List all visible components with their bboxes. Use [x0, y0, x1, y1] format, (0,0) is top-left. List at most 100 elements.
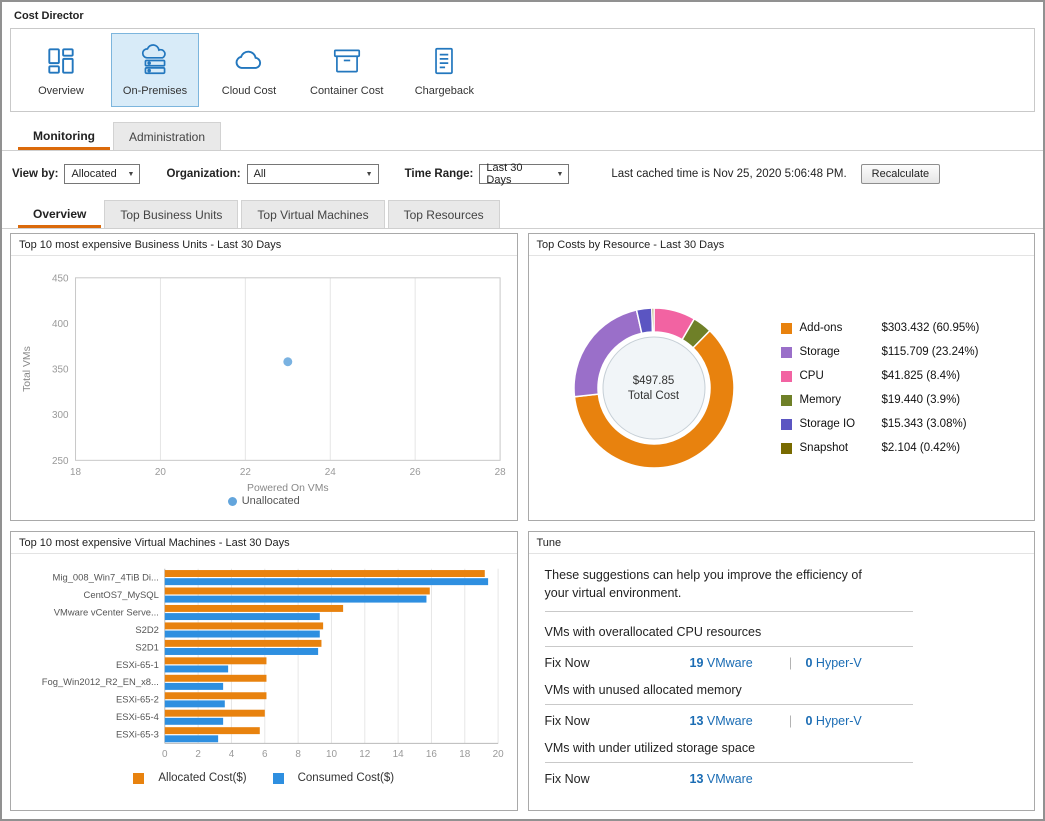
- bar-s2d2-consumed-cost[interactable]: [165, 631, 320, 638]
- scatter-chart-area: 182022242628250300350400450Powered On VM…: [11, 256, 517, 520]
- chevron-down-icon: ▼: [128, 171, 135, 178]
- organization-label: Organization:: [166, 168, 240, 180]
- nav-item-overview[interactable]: Overview: [17, 33, 105, 107]
- bar-fog-win2012-r2-en-x8-consumed-cost[interactable]: [165, 683, 223, 690]
- bar-esxi-65-3-allocated-cost[interactable]: [165, 727, 260, 734]
- tab-administration[interactable]: Administration: [113, 122, 221, 150]
- filter-bar: View by: Allocated ▼ Organization: All ▼…: [12, 164, 1033, 184]
- suggestion-row: Fix Now13 VMware: [545, 772, 1019, 786]
- donut-wrap: $497.85 Total Cost: [559, 293, 749, 483]
- svg-text:14: 14: [392, 749, 404, 760]
- bar-esxi-65-2-allocated-cost[interactable]: [165, 692, 267, 699]
- bar-esxi-65-4-allocated-cost[interactable]: [165, 710, 265, 717]
- legend-value: $303.432 (60.95%): [882, 322, 980, 334]
- svg-text:Fog_Win2012_R2_EN_x8...: Fog_Win2012_R2_EN_x8...: [41, 676, 158, 687]
- donut-chart: [559, 293, 749, 483]
- svg-text:400: 400: [52, 319, 69, 330]
- panel-costs-by-resource: Top Costs by Resource - Last 30 Days $49…: [528, 233, 1036, 521]
- fix-now-link[interactable]: Fix Now: [545, 772, 690, 786]
- tune-intro: These suggestions can help you improve t…: [545, 566, 890, 602]
- legend-item-memory: Memory$19.440 (3.9%): [781, 388, 1025, 412]
- panel-title: Top Costs by Resource - Last 30 Days: [529, 234, 1035, 256]
- panel-virtual-machines: Top 10 most expensive Virtual Machines -…: [10, 531, 518, 811]
- svg-text:Total VMs: Total VMs: [22, 346, 33, 392]
- legend-label: CPU: [800, 370, 882, 382]
- svg-text:8: 8: [295, 749, 301, 760]
- panel-tune: Tune These suggestions can help you impr…: [528, 531, 1036, 811]
- dashboard-grid: Top 10 most expensive Business Units - L…: [10, 233, 1035, 811]
- panel-business-units: Top 10 most expensive Business Units - L…: [10, 233, 518, 521]
- legend-marker: [228, 497, 237, 506]
- legend-swatch: [781, 443, 792, 454]
- scatter-point[interactable]: [283, 357, 292, 366]
- panel-title: Tune: [529, 532, 1035, 554]
- subtab-top-business-units[interactable]: Top Business Units: [104, 200, 238, 228]
- subtab-overview[interactable]: Overview: [18, 200, 101, 228]
- donut-chart-area: $497.85 Total Cost Add-ons$303.432 (60.9…: [529, 256, 1035, 520]
- chevron-down-icon: ▼: [366, 171, 373, 178]
- svg-text:300: 300: [52, 410, 69, 421]
- nav-item-label: Cloud Cost: [222, 85, 276, 97]
- legend-value: $2.104 (0.42%): [882, 442, 961, 454]
- legend-swatch: [781, 323, 792, 334]
- bar-esxi-65-4-consumed-cost[interactable]: [165, 718, 223, 725]
- bar-centos7-mysql-consumed-cost[interactable]: [165, 596, 427, 603]
- bar-vmware-vcenter-serve-allocated-cost[interactable]: [165, 605, 343, 612]
- sub-tabs: OverviewTop Business UnitsTop Virtual Ma…: [2, 200, 1043, 229]
- bar-s2d1-allocated-cost[interactable]: [165, 640, 322, 647]
- legend-label: Unallocated: [242, 495, 300, 507]
- svg-text:24: 24: [324, 467, 336, 478]
- bar-s2d2-allocated-cost[interactable]: [165, 622, 323, 629]
- container-cost-icon: [330, 44, 364, 78]
- top-navigation: OverviewOn-Premises Cloud Cost Container C…: [10, 28, 1035, 112]
- legend-swatch: [781, 419, 792, 430]
- view-by-select[interactable]: Allocated ▼: [64, 164, 140, 184]
- vmware-count-link[interactable]: 19 VMware: [690, 656, 776, 670]
- hyper-v-count-link[interactable]: 0 Hyper-V: [806, 714, 892, 728]
- fix-now-link[interactable]: Fix Now: [545, 714, 690, 728]
- bar-mig-008-win7-4tib-di-allocated-cost[interactable]: [165, 570, 485, 577]
- svg-text:20: 20: [155, 467, 167, 478]
- svg-text:4: 4: [228, 749, 234, 760]
- vmware-count-link[interactable]: 13 VMware: [690, 714, 776, 728]
- subtab-top-resources[interactable]: Top Resources: [388, 200, 500, 228]
- link-separator: |: [776, 714, 806, 728]
- svg-text:20: 20: [492, 749, 504, 760]
- bar-mig-008-win7-4tib-di-consumed-cost[interactable]: [165, 578, 488, 585]
- nav-item-cloud-cost[interactable]: Cloud Cost: [205, 33, 293, 107]
- pie-slice-snapshot[interactable]: [651, 308, 653, 332]
- bar-fog-win2012-r2-en-x8-allocated-cost[interactable]: [165, 675, 267, 682]
- legend-label: Snapshot: [800, 442, 882, 454]
- nav-item-container-cost[interactable]: Container Cost: [299, 33, 394, 107]
- hyper-v-count-link[interactable]: 0 Hyper-V: [806, 656, 892, 670]
- scatter-chart: 182022242628250300350400450Powered On VM…: [16, 261, 512, 495]
- nav-item-chargeback[interactable]: Chargeback: [400, 33, 488, 107]
- time-range-select[interactable]: Last 30 Days ▼: [479, 164, 569, 184]
- vmware-count-link[interactable]: 13 VMware: [690, 772, 776, 786]
- time-range-value: Last 30 Days: [486, 162, 548, 186]
- svg-text:S2D2: S2D2: [135, 624, 159, 635]
- view-by-label: View by:: [12, 168, 58, 180]
- bar-esxi-65-2-consumed-cost[interactable]: [165, 700, 225, 707]
- recalculate-button[interactable]: Recalculate: [861, 164, 940, 184]
- subtab-top-virtual-machines[interactable]: Top Virtual Machines: [241, 200, 384, 228]
- svg-text:2: 2: [195, 749, 201, 760]
- bar-esxi-65-3-consumed-cost[interactable]: [165, 735, 218, 742]
- svg-text:10: 10: [326, 749, 338, 760]
- svg-text:ESXi-65-3: ESXi-65-3: [116, 729, 159, 740]
- organization-select[interactable]: All ▼: [247, 164, 379, 184]
- svg-text:VMware vCenter Serve...: VMware vCenter Serve...: [54, 606, 159, 617]
- divider: [545, 704, 913, 705]
- bar-esxi-65-1-allocated-cost[interactable]: [165, 657, 267, 664]
- nav-item-on-premises[interactable]: On-Premises: [111, 33, 199, 107]
- cloud-cost-icon: [232, 44, 266, 78]
- legend-item-storage-io: Storage IO$15.343 (3.08%): [781, 412, 1025, 436]
- tab-monitoring[interactable]: Monitoring: [18, 122, 110, 150]
- legend-label: Storage: [800, 346, 882, 358]
- bar-s2d1-consumed-cost[interactable]: [165, 648, 318, 655]
- bar-esxi-65-1-consumed-cost[interactable]: [165, 665, 228, 672]
- bar-centos7-mysql-allocated-cost[interactable]: [165, 588, 430, 595]
- legend-item-consumed-cost: Consumed Cost($): [273, 772, 395, 784]
- fix-now-link[interactable]: Fix Now: [545, 656, 690, 670]
- bar-vmware-vcenter-serve-consumed-cost[interactable]: [165, 613, 320, 620]
